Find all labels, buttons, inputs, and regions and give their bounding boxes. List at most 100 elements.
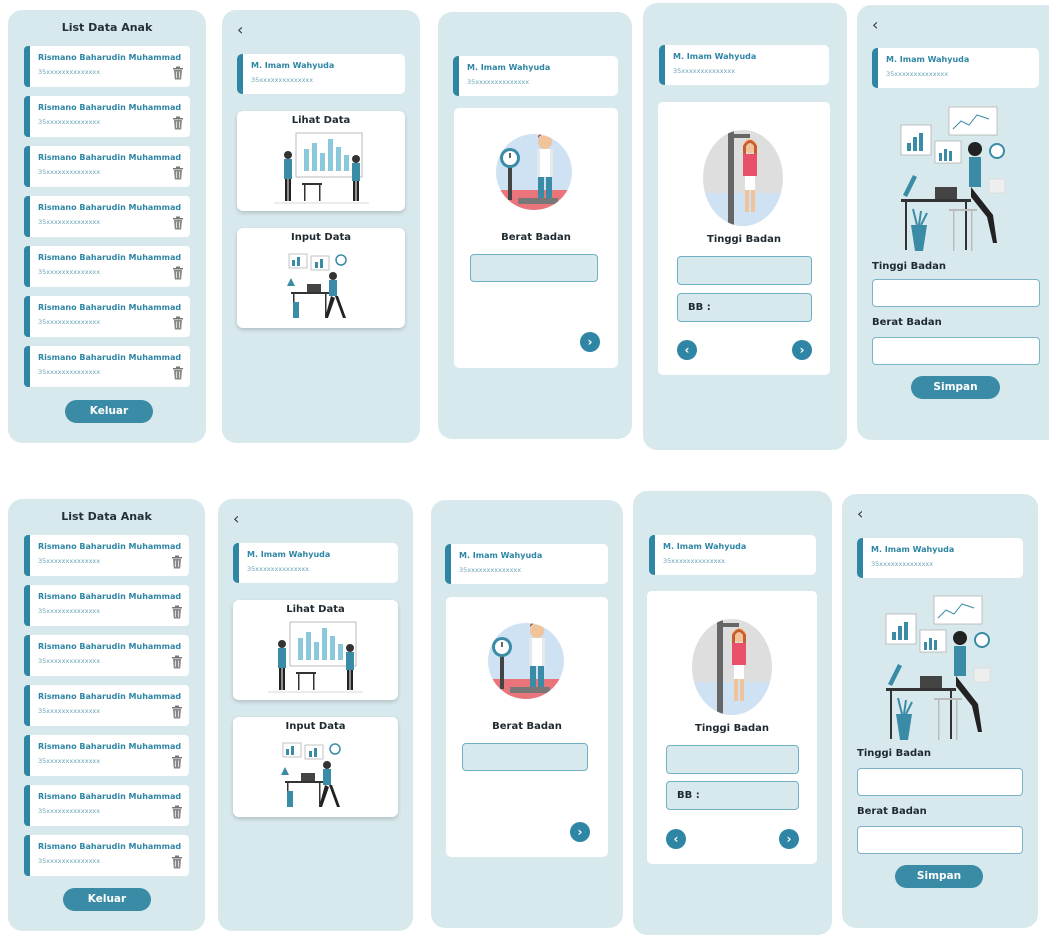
back-icon[interactable]: ‹ — [233, 511, 239, 527]
user-name: M. Imam Wahyuda — [871, 545, 955, 554]
data-presentation-illustration — [268, 621, 363, 693]
back-icon[interactable]: ‹ — [857, 506, 863, 522]
prev-button[interactable]: ‹ — [666, 829, 686, 849]
child-id: 35xxxxxxxxxxxxxx — [38, 218, 101, 226]
next-button[interactable]: › — [792, 340, 812, 360]
list-item[interactable]: Rismano Baharudin Muhammad 35xxxxxxxxxxx… — [24, 196, 190, 237]
weight-label: Berat Badan — [857, 806, 927, 817]
list-item[interactable]: Rismano Baharudin Muhammad 35xxxxxxxxxxx… — [24, 346, 190, 387]
list-item[interactable]: Rismano Baharudin Muhammad 35xxxxxxxxxxx… — [24, 96, 190, 137]
user-id: 35xxxxxxxxxxxxxx — [673, 67, 736, 75]
trash-icon[interactable] — [172, 216, 184, 230]
weight-input[interactable] — [857, 826, 1023, 854]
back-icon[interactable]: ‹ — [872, 17, 878, 33]
user-card: M. Imam Wahyuda 35xxxxxxxxxxxxxx — [445, 544, 608, 584]
list-item[interactable]: Rismano Baharudin Muhammad 35xxxxxxxxxxx… — [24, 735, 189, 776]
trash-icon[interactable] — [171, 805, 183, 819]
input-data-label: Input Data — [291, 232, 351, 243]
list-item[interactable]: Rismano Baharudin Muhammad 35xxxxxxxxxxx… — [24, 585, 189, 626]
bb-field[interactable]: BB : — [677, 293, 812, 322]
user-id: 35xxxxxxxxxxxxxx — [467, 78, 530, 86]
back-icon[interactable]: ‹ — [237, 22, 243, 38]
height-screen: M. Imam Wahyuda 35xxxxxxxxxxxxxx Tinggi … — [633, 491, 832, 935]
height-input[interactable] — [677, 256, 812, 285]
height-input[interactable] — [666, 745, 799, 774]
child-id: 35xxxxxxxxxxxxxx — [38, 607, 101, 615]
list-item[interactable]: Rismano Baharudin Muhammad 35xxxxxxxxxxx… — [24, 246, 190, 287]
height-label: Tinggi Badan — [707, 234, 781, 245]
prev-button[interactable]: ‹ — [677, 340, 697, 360]
weight-screen: M. Imam Wahyuda 35xxxxxxxxxxxxxx Berat B… — [431, 500, 623, 928]
trash-icon[interactable] — [171, 705, 183, 719]
height-input[interactable] — [872, 279, 1040, 307]
page-title: List Data Anak — [61, 510, 152, 523]
child-name: Rismano Baharudin Muhammad — [38, 692, 182, 701]
user-id: 35xxxxxxxxxxxxxx — [663, 557, 726, 565]
trash-icon[interactable] — [171, 855, 183, 869]
user-name: M. Imam Wahyuda — [663, 542, 747, 551]
next-button[interactable]: › — [570, 822, 590, 842]
list-item[interactable]: Rismano Baharudin Muhammad 35xxxxxxxxxxx… — [24, 785, 189, 826]
trash-icon[interactable] — [171, 655, 183, 669]
height-measure-illustration — [703, 130, 783, 226]
child-name: Rismano Baharudin Muhammad — [38, 353, 182, 362]
trash-icon[interactable] — [171, 605, 183, 619]
user-id: 35xxxxxxxxxxxxxx — [459, 566, 522, 574]
list-item[interactable]: Rismano Baharudin Muhammad 35xxxxxxxxxxx… — [24, 835, 189, 876]
data-input-illustration — [281, 742, 341, 807]
bb-field[interactable]: BB : — [666, 781, 799, 810]
child-name: Rismano Baharudin Muhammad — [38, 592, 182, 601]
trash-icon[interactable] — [172, 366, 184, 380]
next-button[interactable]: › — [580, 332, 600, 352]
list-item[interactable]: Rismano Baharudin Muhammad 35xxxxxxxxxxx… — [24, 146, 190, 187]
list-item[interactable]: Rismano Baharudin Muhammad 35xxxxxxxxxxx… — [24, 635, 189, 676]
input-data-card[interactable]: Input Data — [237, 228, 405, 328]
view-data-card[interactable]: Lihat Data — [233, 600, 398, 700]
trash-icon[interactable] — [171, 755, 183, 769]
user-name: M. Imam Wahyuda — [459, 551, 543, 560]
scale-illustration — [496, 134, 572, 210]
weight-input[interactable] — [462, 743, 588, 771]
list-item[interactable]: Rismano Baharudin Muhammad 35xxxxxxxxxxx… — [24, 296, 190, 337]
child-id: 35xxxxxxxxxxxxxx — [38, 168, 101, 176]
user-id: 35xxxxxxxxxxxxxx — [886, 70, 949, 78]
height-label: Tinggi Badan — [695, 723, 769, 734]
data-input-illustration — [287, 253, 347, 318]
logout-button[interactable]: Keluar — [63, 888, 151, 911]
child-id: 35xxxxxxxxxxxxxx — [38, 757, 101, 765]
data-presentation-illustration — [274, 132, 369, 204]
user-card: M. Imam Wahyuda 35xxxxxxxxxxxxxx — [237, 54, 405, 94]
weight-label: Berat Badan — [492, 721, 562, 732]
list-item[interactable]: Rismano Baharudin Muhammad 35xxxxxxxxxxx… — [24, 535, 189, 576]
logout-button[interactable]: Keluar — [65, 400, 153, 423]
trash-icon[interactable] — [172, 116, 184, 130]
input-data-card[interactable]: Input Data — [233, 717, 398, 817]
trash-icon[interactable] — [172, 266, 184, 280]
trash-icon[interactable] — [172, 166, 184, 180]
weight-input[interactable] — [470, 254, 598, 282]
weight-screen: M. Imam Wahyuda 35xxxxxxxxxxxxxx Berat B… — [438, 12, 632, 439]
workspace-illustration — [900, 106, 1006, 251]
trash-icon[interactable] — [171, 555, 183, 569]
trash-icon[interactable] — [172, 316, 184, 330]
child-name: Rismano Baharudin Muhammad — [38, 542, 182, 551]
height-label: Tinggi Badan — [872, 261, 946, 272]
save-button[interactable]: Simpan — [911, 376, 1000, 399]
weight-input[interactable] — [872, 337, 1040, 365]
next-button[interactable]: › — [779, 829, 799, 849]
weight-card: Berat Badan › — [446, 597, 608, 857]
child-id: 35xxxxxxxxxxxxxx — [38, 857, 101, 865]
scale-illustration — [488, 623, 564, 699]
list-item[interactable]: Rismano Baharudin Muhammad 35xxxxxxxxxxx… — [24, 685, 189, 726]
input-data-label: Input Data — [285, 721, 346, 732]
child-name: Rismano Baharudin Muhammad — [38, 742, 182, 751]
child-name: Rismano Baharudin Muhammad — [38, 642, 182, 651]
trash-icon[interactable] — [172, 66, 184, 80]
view-data-card[interactable]: Lihat Data — [237, 111, 405, 211]
child-name: Rismano Baharudin Muhammad — [38, 842, 182, 851]
child-id: 35xxxxxxxxxxxxxx — [38, 657, 101, 665]
user-id: 35xxxxxxxxxxxxxx — [247, 565, 310, 573]
height-input[interactable] — [857, 768, 1023, 796]
save-button[interactable]: Simpan — [895, 865, 983, 888]
list-item[interactable]: Rismano Baharudin Muhammad 35xxxxxxxxxxx… — [24, 46, 190, 87]
